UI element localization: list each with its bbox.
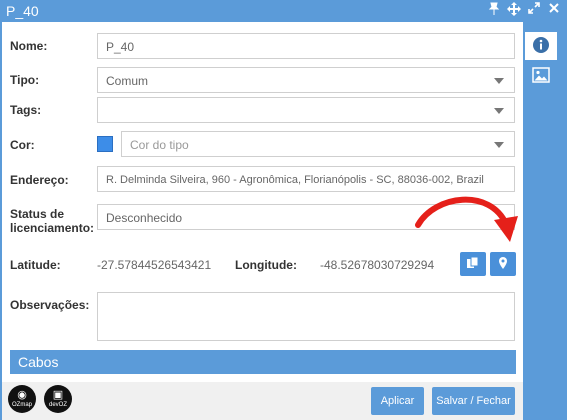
- ozmap-logo-text: OZmap: [11, 402, 32, 408]
- window-controls: [487, 2, 561, 18]
- color-swatch[interactable]: [97, 136, 113, 152]
- tipo-label: Tipo:: [10, 73, 40, 87]
- longitude-label: Longitude:: [235, 258, 297, 272]
- window-titlebar: P_40: [0, 0, 567, 22]
- latitude-label: Latitude:: [10, 258, 61, 272]
- observacoes-label: Observações:: [10, 298, 90, 312]
- tab-images[interactable]: [525, 62, 557, 90]
- red-arrow-annotation: [415, 196, 518, 242]
- cor-label: Cor:: [10, 138, 35, 152]
- tags-label: Tags:: [10, 103, 42, 117]
- apply-button[interactable]: Aplicar: [371, 387, 424, 415]
- endereco-label: Endereço:: [10, 173, 69, 187]
- copy-icon: [466, 256, 480, 273]
- ozmap-logo[interactable]: ◉ OZmap: [8, 385, 36, 413]
- locate-on-map-button[interactable]: [490, 252, 516, 276]
- pin-icon[interactable]: [487, 2, 501, 18]
- status-label-line1: Status de: [10, 207, 65, 221]
- move-icon[interactable]: [507, 2, 521, 18]
- nome-input[interactable]: P_40: [97, 33, 515, 59]
- observacoes-textarea[interactable]: [97, 292, 515, 341]
- save-close-button[interactable]: Salvar / Fechar: [432, 387, 515, 415]
- devoz-logo[interactable]: ▣ devOZ: [44, 385, 72, 413]
- nome-label: Nome:: [10, 39, 48, 53]
- copy-coordinates-button[interactable]: [460, 252, 486, 276]
- image-icon: [532, 66, 550, 87]
- cor-placeholder: Cor do tipo: [130, 138, 189, 152]
- endereco-input[interactable]: R. Delminda Silveira, 960 - Agronômica, …: [97, 166, 515, 192]
- ozmap-pin-icon: ◉: [17, 389, 27, 401]
- close-icon[interactable]: [547, 2, 561, 18]
- latitude-value: -27.57844526543421: [97, 258, 212, 272]
- cor-select[interactable]: Cor do tipo: [121, 131, 515, 157]
- tags-select[interactable]: [97, 97, 515, 123]
- map-pin-icon: [496, 256, 510, 273]
- tipo-select[interactable]: Comum: [97, 67, 515, 93]
- devoz-logo-text: devOZ: [48, 402, 67, 408]
- window-title: P_40: [6, 3, 39, 19]
- tab-info[interactable]: [525, 32, 557, 60]
- info-icon: [532, 36, 550, 57]
- longitude-value: -48.52678030729294: [320, 258, 435, 272]
- expand-icon[interactable]: [527, 2, 541, 18]
- devoz-cube-icon: ▣: [52, 389, 64, 401]
- status-label-line2: licenciamento:: [10, 221, 95, 235]
- cabos-section-title: Cabos: [18, 354, 59, 370]
- cabos-section-header[interactable]: Cabos: [10, 350, 516, 374]
